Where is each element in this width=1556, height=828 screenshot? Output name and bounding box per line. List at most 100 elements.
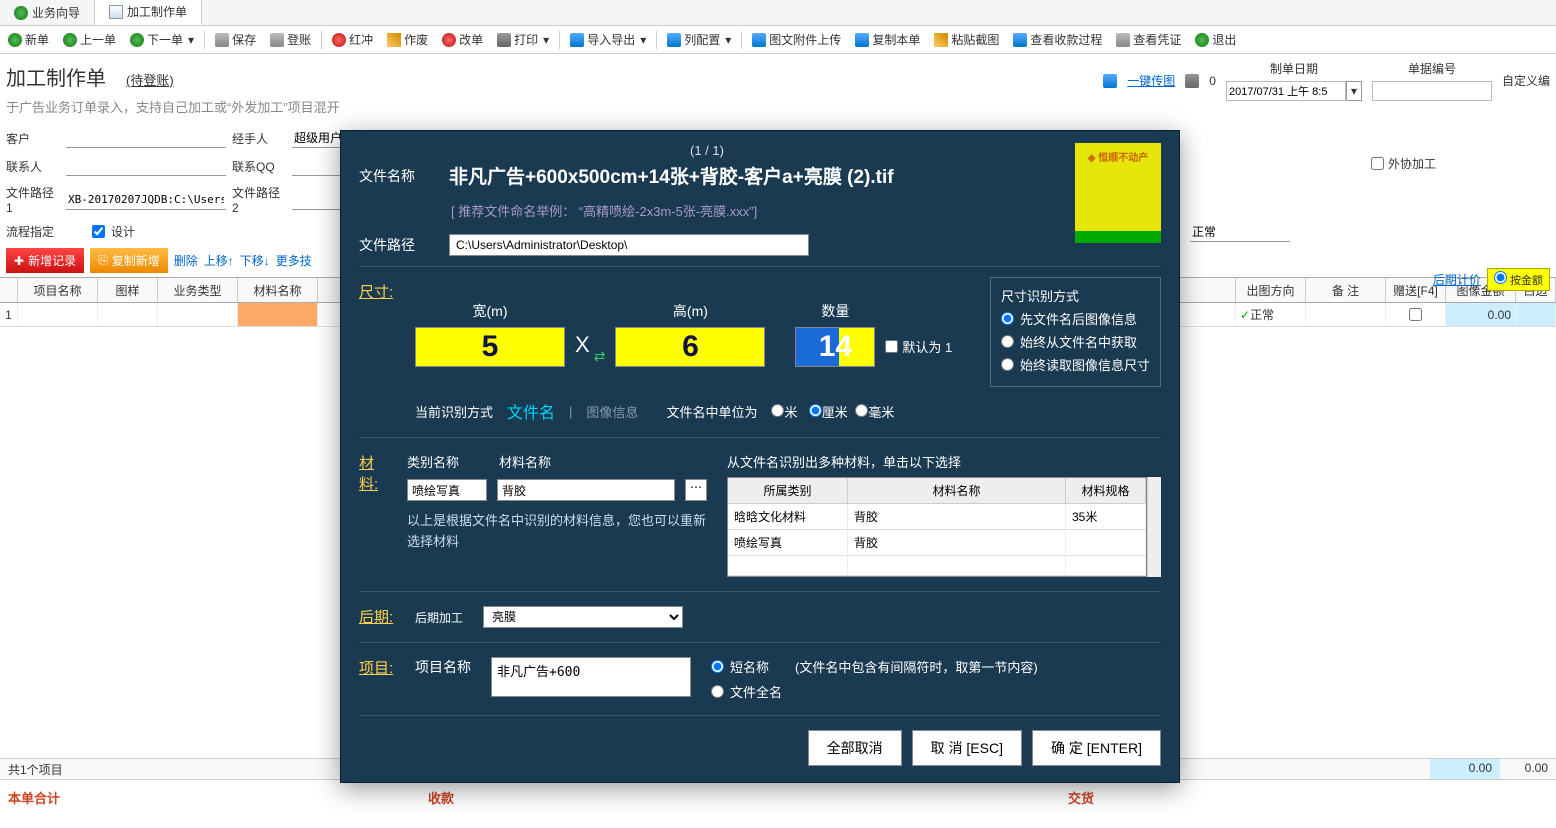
- fullname-radio[interactable]: [711, 685, 724, 698]
- colcfg-button[interactable]: 列配置▾: [661, 29, 737, 50]
- flow-label: 流程指定: [6, 223, 60, 240]
- swap-icon[interactable]: ⇄: [594, 348, 606, 365]
- copy-icon: [855, 33, 869, 47]
- material-hint: 从文件名识别出多种材料，单击以下选择: [727, 452, 1161, 471]
- printer-icon[interactable]: [1185, 74, 1199, 88]
- save-icon: [215, 33, 229, 47]
- hq-field-label: 后期加工: [415, 609, 463, 626]
- unit-cm-radio[interactable]: [809, 404, 822, 417]
- material-input[interactable]: [497, 479, 675, 501]
- material-table: 所属类别 材料名称 材料规格 晗晗文化材料 背胶 35米 喷绘写真: [727, 477, 1147, 577]
- money-icon: [1013, 33, 1027, 47]
- material-row[interactable]: 喷绘写真 背胶: [728, 530, 1146, 556]
- date-input[interactable]: [1226, 81, 1346, 101]
- design-checkbox[interactable]: [92, 225, 105, 238]
- qty-label: 数量: [821, 301, 849, 321]
- dialog-counter: (1 / 1): [359, 143, 1055, 158]
- filepath1-input[interactable]: [66, 190, 226, 210]
- impexp-button[interactable]: 导入导出▾: [564, 29, 652, 50]
- customer-input[interactable]: [66, 128, 226, 148]
- paste-icon: [934, 33, 948, 47]
- outsourcing-checkbox[interactable]: [1371, 157, 1384, 170]
- thumbnail-preview: ◈ 恒顺不动产: [1075, 143, 1161, 243]
- modify-icon: [442, 33, 456, 47]
- void-icon: [387, 33, 401, 47]
- post-button[interactable]: 登账: [264, 29, 317, 50]
- file-parse-dialog: (1 / 1) 文件名称 非凡广告+600x500cm+14张+背胶-客户a+亮…: [340, 130, 1180, 783]
- contact-input[interactable]: [66, 156, 226, 176]
- status-link[interactable]: (待登账): [126, 70, 174, 89]
- qty-input[interactable]: [795, 327, 875, 367]
- copy-button[interactable]: 复制本单: [849, 29, 926, 50]
- default1-checkbox[interactable]: [885, 340, 898, 353]
- width-input[interactable]: [415, 327, 565, 367]
- billno-input[interactable]: [1372, 81, 1492, 101]
- delete-link[interactable]: 删除: [174, 252, 198, 269]
- rec-opt2-radio[interactable]: [1001, 335, 1014, 348]
- print-count: 0: [1209, 74, 1216, 88]
- void-button[interactable]: 作废: [381, 29, 434, 50]
- cancel-button[interactable]: 取 消 [ESC]: [912, 730, 1022, 766]
- onekey-upload-link[interactable]: 一键传图: [1127, 72, 1175, 89]
- handler-label: 经手人: [232, 130, 286, 147]
- rec-title: 尺寸识别方式: [1001, 286, 1150, 305]
- prev-button[interactable]: 上一单: [57, 29, 122, 50]
- save-button[interactable]: 保存: [209, 29, 262, 50]
- width-label: 宽(m): [473, 301, 508, 321]
- category-input[interactable]: [407, 479, 487, 501]
- normal-select[interactable]: [1190, 222, 1290, 242]
- material-row[interactable]: 晗晗文化材料 背胶 35米: [728, 504, 1146, 530]
- tab-wizard[interactable]: 业务向导: [0, 0, 95, 25]
- copy-record-button[interactable]: ⎘复制新增: [90, 248, 168, 273]
- height-input[interactable]: [615, 327, 765, 367]
- filename-value: 非凡广告+600x500cm+14张+背胶-客户a+亮膜 (2).tif: [449, 162, 894, 189]
- red-button[interactable]: 红冲: [326, 29, 379, 50]
- material-note: 以上是根据文件名中识别的材料信息，您也可以重新选择材料: [407, 511, 707, 553]
- unit-mm-radio[interactable]: [855, 404, 868, 417]
- projectname-textarea[interactable]: 非凡广告+600: [491, 657, 691, 697]
- filepath-input[interactable]: [449, 234, 809, 256]
- plus-icon: [8, 33, 22, 47]
- paste-button[interactable]: 粘贴截图: [928, 29, 1005, 50]
- exit-button[interactable]: 退出: [1189, 29, 1242, 50]
- more-link[interactable]: 更多技: [276, 252, 312, 269]
- section-proj-label: 项目:: [359, 657, 399, 678]
- imginfo-label[interactable]: 图像信息: [586, 402, 638, 421]
- material-more-button[interactable]: ⋯: [685, 479, 707, 501]
- main-toolbar: 新单 上一单 下一单▾ 保存 登账 红冲 作废 改单 打印▾ 导入导出▾ 列配置…: [0, 26, 1556, 54]
- later-price-link[interactable]: 后期计价: [1433, 271, 1481, 288]
- imgupload-button[interactable]: 图文附件上传: [746, 29, 847, 50]
- by-amount-button[interactable]: 按金额: [1487, 268, 1550, 291]
- moveup-link[interactable]: 上移↑: [204, 252, 234, 269]
- add-record-button[interactable]: ✚新增记录: [6, 248, 84, 273]
- rec-opt1-radio[interactable]: [1001, 312, 1014, 325]
- postprocess-select[interactable]: 亮膜: [483, 606, 683, 628]
- filepath-label: 文件路径: [359, 235, 429, 255]
- cancel-all-button[interactable]: 全部取消: [808, 730, 902, 766]
- print-icon: [497, 33, 511, 47]
- left-arrow-icon: [63, 33, 77, 47]
- tab-workorder[interactable]: 加工制作单: [95, 0, 202, 25]
- cat-label: 类别名称: [407, 452, 459, 471]
- shortname-radio[interactable]: [711, 660, 724, 673]
- columns-icon: [667, 33, 681, 47]
- material-scrollbar[interactable]: [1147, 477, 1161, 577]
- new-button[interactable]: 新单: [2, 29, 55, 50]
- modify-button[interactable]: 改单: [436, 29, 489, 50]
- movedown-link[interactable]: 下移↓: [240, 252, 270, 269]
- viewcert-button[interactable]: 查看凭证: [1110, 29, 1187, 50]
- viewpay-button[interactable]: 查看收款过程: [1007, 29, 1108, 50]
- date-dropdown[interactable]: ▾: [1346, 81, 1362, 101]
- proj-field-label: 项目名称: [415, 657, 471, 677]
- gift-checkbox[interactable]: [1409, 308, 1422, 321]
- right-arrow-icon: [130, 33, 144, 47]
- print-button[interactable]: 打印▾: [491, 29, 555, 50]
- date-label: 制单日期: [1270, 60, 1318, 77]
- unit-m-radio[interactable]: [771, 404, 784, 417]
- ok-button[interactable]: 确 定 [ENTER]: [1032, 730, 1161, 766]
- next-button[interactable]: 下一单▾: [124, 29, 200, 50]
- image-icon: [1103, 74, 1117, 88]
- rec-opt3-radio[interactable]: [1001, 358, 1014, 371]
- billno-label: 单据编号: [1408, 60, 1456, 77]
- doc-icon: [109, 5, 123, 19]
